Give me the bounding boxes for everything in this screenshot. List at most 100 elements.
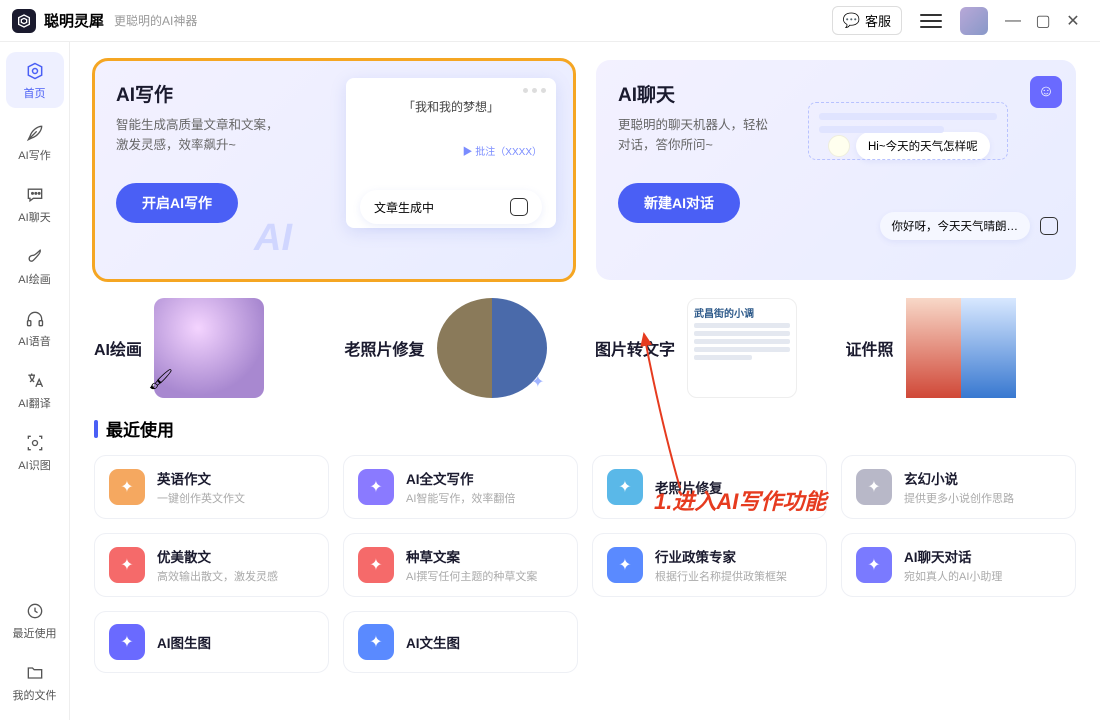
item-sub: 宛如真人的AI小助理: [904, 568, 1002, 584]
sidebar-item-label: AI写作: [18, 147, 50, 163]
thumb-id: [906, 298, 1016, 398]
item-icon: ✦: [856, 469, 892, 505]
feather-icon: [24, 122, 46, 144]
sidebar-item-label: 我的文件: [13, 687, 57, 703]
titlebar: 聪明灵犀 更聪明的AI神器 💬 客服 — ▢ ✕: [0, 0, 1100, 42]
feature-title: 老照片修复: [345, 336, 425, 360]
item-title: AI聊天对话: [904, 546, 1002, 566]
sidebar-item-label: AI绘画: [18, 271, 50, 287]
headphone-icon: [24, 308, 46, 330]
folder-icon: [24, 662, 46, 684]
sidebar-item-label: 最近使用: [13, 625, 57, 641]
recent-item[interactable]: ✦ AI图生图: [94, 611, 329, 673]
sidebar-item-write[interactable]: AI写作: [6, 114, 64, 170]
sidebar-item-files[interactable]: 我的文件: [6, 654, 64, 710]
clock-icon: [24, 600, 46, 622]
recent-item[interactable]: ✦ 英语作文 一键创作英文作文: [94, 455, 329, 519]
hex-icon: [510, 198, 528, 216]
hero-card-write[interactable]: AI写作 智能生成高质量文章和文案，激发灵感，效率飙升~ 开启AI写作 AI 「…: [94, 60, 574, 280]
item-sub: AI撰写任何主题的种草文案: [406, 568, 537, 584]
scan-icon: [24, 432, 46, 454]
item-title: 玄幻小说: [904, 468, 1014, 488]
item-sub: AI智能写作，效率翻倍: [406, 490, 515, 506]
hex-icon: [24, 60, 46, 82]
recent-item[interactable]: ✦ 行业政策专家 根据行业名称提供政策框架: [592, 533, 827, 597]
thumb-ocr: 武昌街的小调: [687, 298, 797, 398]
hero-card-chat[interactable]: AI聊天 更聪明的聊天机器人，轻松对话，答你所问~ 新建AI对话 ☺ Hi~今天…: [596, 60, 1076, 280]
support-label: 客服: [865, 11, 891, 30]
minimize-button[interactable]: —: [998, 6, 1028, 36]
item-sub: 根据行业名称提供政策框架: [655, 568, 787, 584]
thumb-restore: [437, 298, 547, 398]
item-sub: 高效输出散文，激发灵感: [157, 568, 278, 584]
item-title: 行业政策专家: [655, 546, 787, 566]
chat-bubble-icon: 💬: [843, 12, 860, 29]
sidebar-item-recent[interactable]: 最近使用: [6, 592, 64, 648]
start-write-button[interactable]: 开启AI写作: [116, 183, 238, 223]
app-logo: [12, 9, 36, 33]
recent-item[interactable]: ✦ 种草文案 AI撰写任何主题的种草文案: [343, 533, 578, 597]
brush-icon: [24, 246, 46, 268]
feature-title: 证件照: [846, 336, 894, 360]
item-icon: ✦: [358, 624, 394, 660]
feature-title: AI绘画: [94, 336, 142, 360]
ai-ghost-text: AI: [254, 217, 292, 260]
main-content: AI写作 智能生成高质量文章和文案，激发灵感，效率飙升~ 开启AI写作 AI 「…: [70, 42, 1100, 720]
item-title: 老照片修复: [655, 477, 723, 497]
feature-title: 图片转文字: [595, 336, 675, 360]
feature-id-photo[interactable]: 证件照: [846, 298, 1077, 398]
item-icon: ✦: [607, 469, 643, 505]
sidebar-item-chat[interactable]: AI聊天: [6, 176, 64, 232]
chat-icon: [24, 184, 46, 206]
new-chat-button[interactable]: 新建AI对话: [618, 183, 740, 223]
avatar[interactable]: [960, 7, 988, 35]
item-sub: 一键创作英文作文: [157, 490, 245, 506]
translate-icon: [24, 370, 46, 392]
item-title: 种草文案: [406, 546, 537, 566]
recent-item[interactable]: ✦ 玄幻小说 提供更多小说创作思路: [841, 455, 1076, 519]
menu-icon[interactable]: [920, 10, 942, 32]
sidebar-item-label: AI语音: [18, 333, 50, 349]
sidebar-item-label: 首页: [24, 85, 46, 101]
recent-item[interactable]: ✦ AI全文写作 AI智能写作，效率翻倍: [343, 455, 578, 519]
sidebar-item-home[interactable]: 首页: [6, 52, 64, 108]
recent-item[interactable]: ✦ 老照片修复: [592, 455, 827, 519]
sidebar-item-translate[interactable]: AI翻译: [6, 362, 64, 418]
sidebar-item-ocr[interactable]: AI识图: [6, 424, 64, 480]
item-icon: ✦: [109, 469, 145, 505]
recent-grid: ✦ 英语作文 一键创作英文作文✦ AI全文写作 AI智能写作，效率翻倍✦ 老照片…: [94, 455, 1076, 673]
item-icon: ✦: [358, 469, 394, 505]
recent-item[interactable]: ✦ AI聊天对话 宛如真人的AI小助理: [841, 533, 1076, 597]
item-title: AI文生图: [406, 632, 460, 652]
app-name: 聪明灵犀: [44, 10, 104, 31]
recent-item[interactable]: ✦ 优美散文 高效输出散文，激发灵感: [94, 533, 329, 597]
close-button[interactable]: ✕: [1058, 6, 1088, 36]
item-title: AI图生图: [157, 632, 211, 652]
sidebar: 首页 AI写作 AI聊天 AI绘画 AI语音 AI翻译 AI识图: [0, 42, 70, 720]
feature-photo-restore[interactable]: 老照片修复: [345, 298, 576, 398]
sidebar-item-draw[interactable]: AI绘画: [6, 238, 64, 294]
item-title: 优美散文: [157, 546, 278, 566]
sidebar-item-label: AI识图: [18, 457, 50, 473]
maximize-button[interactable]: ▢: [1028, 6, 1058, 36]
tagline: 更聪明的AI神器: [114, 12, 197, 29]
support-button[interactable]: 💬 客服: [832, 6, 902, 35]
item-icon: ✦: [856, 547, 892, 583]
hex-icon: [1040, 217, 1058, 235]
write-mock: 「我和我的梦想」 ▶ 批注（XXXX） 文章生成中: [346, 78, 556, 228]
item-sub: 提供更多小说创作思路: [904, 490, 1014, 506]
item-icon: ✦: [358, 547, 394, 583]
item-icon: ✦: [109, 547, 145, 583]
feature-ai-draw[interactable]: AI绘画: [94, 298, 325, 398]
thumb-draw: [154, 298, 264, 398]
sidebar-item-label: AI翻译: [18, 395, 50, 411]
sidebar-item-voice[interactable]: AI语音: [6, 300, 64, 356]
chat-mock: ☺ Hi~今天的天气怎样呢 你好呀，今天天气晴朗…: [828, 80, 1058, 254]
recent-section-header: 最近使用: [94, 416, 1076, 441]
recent-item[interactable]: ✦ AI文生图: [343, 611, 578, 673]
item-icon: ✦: [607, 547, 643, 583]
item-title: 英语作文: [157, 468, 245, 488]
chat-float-icon: ☺: [1030, 76, 1062, 108]
item-icon: ✦: [109, 624, 145, 660]
feature-ocr[interactable]: 图片转文字 武昌街的小调: [595, 298, 826, 398]
